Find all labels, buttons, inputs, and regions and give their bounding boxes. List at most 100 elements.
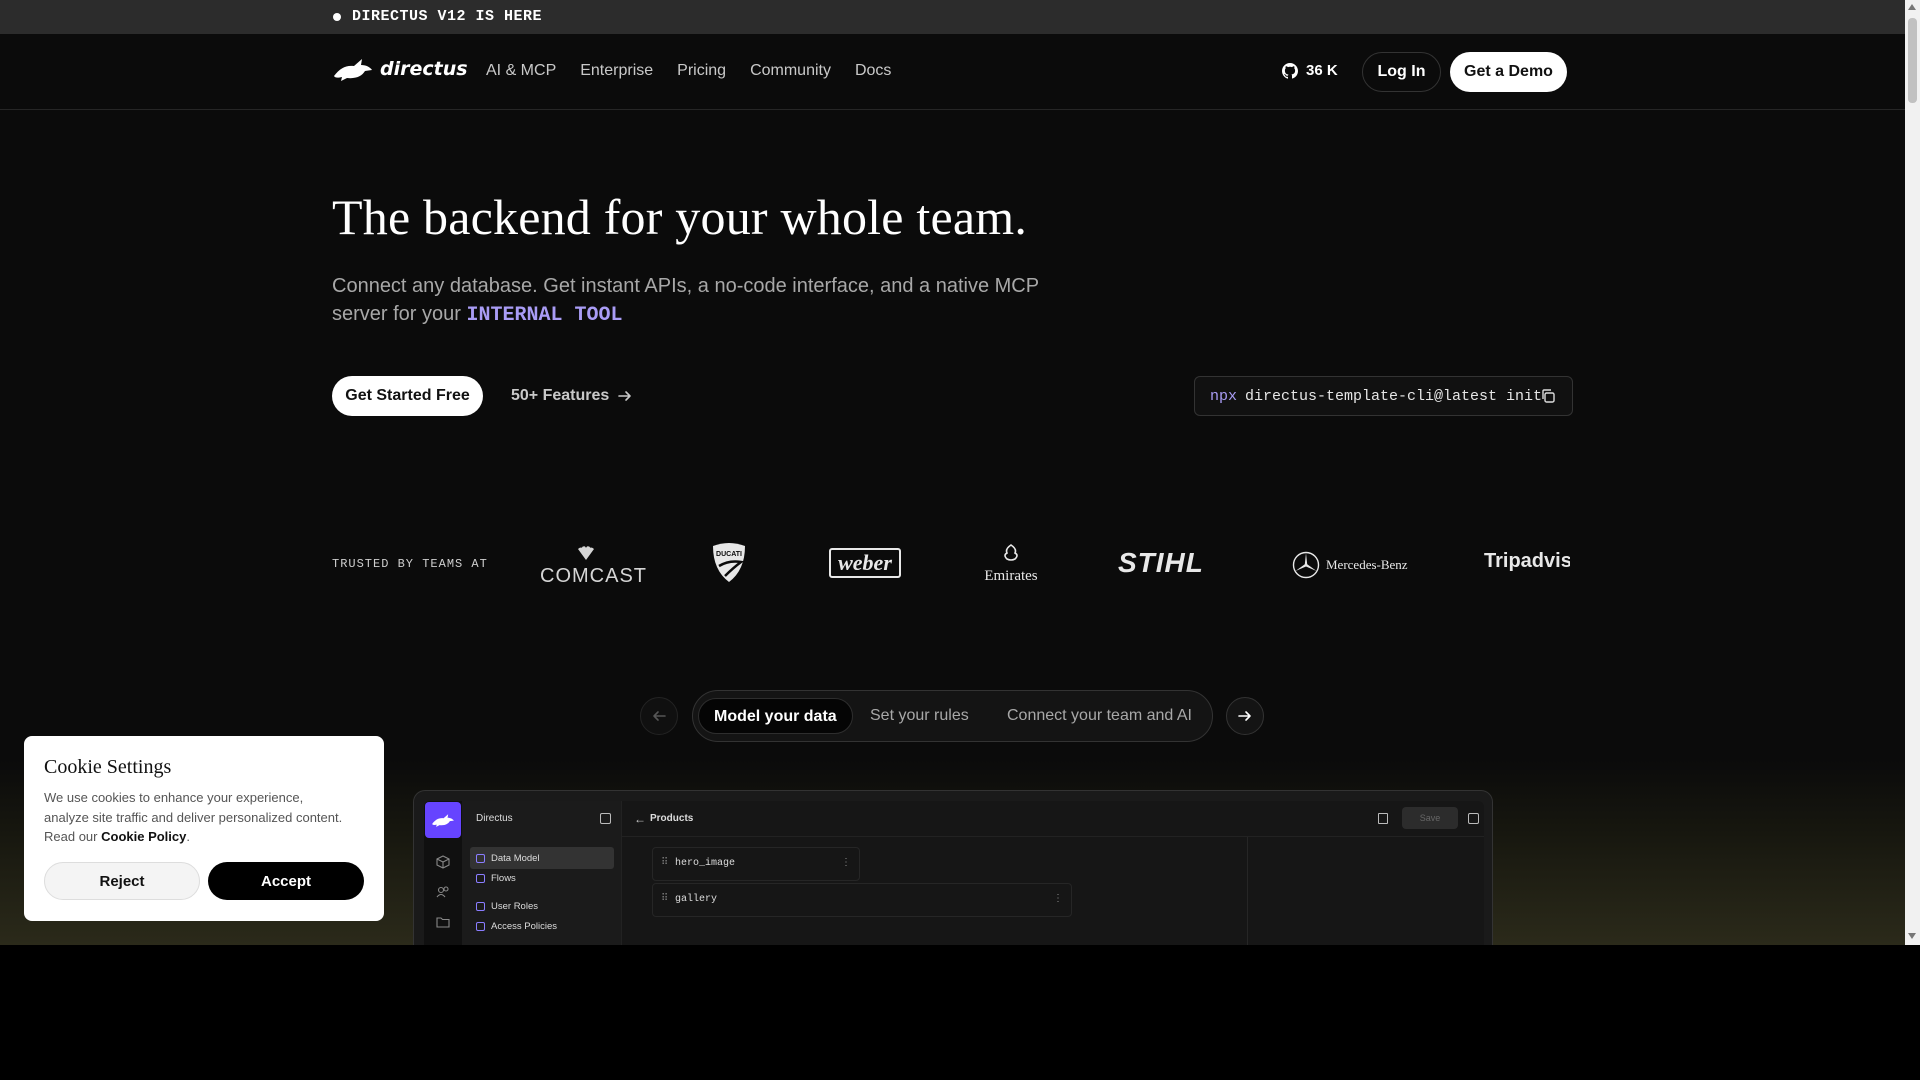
- app-preview-window: Directus Data Model Flows User Roles Acc…: [413, 790, 1493, 945]
- preview-item-flows[interactable]: Flows: [470, 867, 614, 889]
- preview-item-label: User Roles: [491, 900, 538, 912]
- preview-field-hero-image[interactable]: ⠿ hero_image ⋮: [652, 847, 860, 881]
- cli-command-box[interactable]: npx directus-template-cli@latest init: [1194, 376, 1573, 416]
- site-header: directus AI & MCP Enterprise Pricing Com…: [0, 34, 1905, 110]
- trusted-by-label: TRUSTED BY TEAMS AT: [332, 557, 488, 571]
- get-demo-button[interactable]: Get a Demo: [1450, 52, 1567, 92]
- preview-topbar: ← Products Save: [622, 801, 1484, 837]
- copy-icon[interactable]: [1540, 388, 1556, 404]
- rabbit-logo-icon: [334, 59, 372, 81]
- feature-tabs: Model your data Set your rules Connect y…: [692, 690, 1213, 742]
- more-options-icon[interactable]: ⋮: [1053, 884, 1063, 916]
- get-started-button[interactable]: Get Started Free: [332, 376, 483, 416]
- comcast-text: COMCAST: [540, 565, 647, 587]
- github-stars-link[interactable]: 36 K: [1282, 62, 1338, 79]
- preview-field-gallery[interactable]: ⠿ gallery ⋮: [652, 883, 1072, 917]
- app-preview-screen: Directus Data Model Flows User Roles Acc…: [424, 801, 1484, 945]
- preview-item-label: Access Policies: [491, 920, 557, 932]
- nav-community[interactable]: Community: [750, 62, 831, 80]
- cli-command: directus-template-cli@latest init: [1245, 388, 1543, 405]
- back-arrow-icon[interactable]: ←: [634, 812, 646, 826]
- tab-set-your-rules[interactable]: Set your rules: [855, 698, 984, 734]
- tripadvisor-text: Tripadvisor: [1484, 550, 1570, 572]
- hero-subtitle: Connect any database. Get instant APIs, …: [332, 272, 1052, 330]
- hero-subtitle-text: Connect any database. Get instant APIs, …: [332, 275, 1039, 325]
- scrollbar-thumb[interactable]: [1908, 18, 1917, 103]
- preview-field-label: hero_image: [675, 858, 736, 869]
- github-stars-count: 36 K: [1306, 62, 1338, 79]
- nav-pricing[interactable]: Pricing: [677, 62, 726, 80]
- nav-docs[interactable]: Docs: [855, 62, 891, 80]
- ducati-logo: DUCATI: [709, 542, 749, 589]
- announcement-bar[interactable]: DIRECTUS V12 IS HERE: [0, 0, 1905, 34]
- preview-item-label: Flows: [491, 872, 516, 884]
- stihl-logo: STIHL: [1118, 547, 1204, 579]
- preview-item-access-policies[interactable]: Access Policies: [470, 915, 614, 937]
- cookie-title: Cookie Settings: [44, 756, 172, 778]
- more-options-icon[interactable]: ⋮: [841, 848, 851, 880]
- mercedes-logo: Mercedes-Benz: [1292, 551, 1408, 579]
- preview-field-label: gallery: [675, 894, 718, 905]
- preview-item-data-model[interactable]: Data Model: [470, 847, 614, 869]
- preview-sidebar: Directus Data Model Flows User Roles Acc…: [462, 801, 622, 945]
- announcement-dot-icon: [333, 13, 341, 21]
- login-button[interactable]: Log In: [1362, 52, 1441, 92]
- emirates-logo: Emirates: [980, 543, 1042, 585]
- preview-page-title: Products: [650, 813, 694, 824]
- tab-connect-team-ai[interactable]: Connect your team and AI: [992, 698, 1207, 734]
- preview-logo-icon: [425, 802, 461, 838]
- tab-model-your-data[interactable]: Model your data: [698, 698, 853, 734]
- drag-handle-icon[interactable]: ⠿: [661, 848, 668, 880]
- scroll-up-arrow-icon[interactable]: [1908, 4, 1916, 10]
- cookie-description: We use cookies to enhance your experienc…: [44, 790, 343, 844]
- cube-icon[interactable]: [436, 855, 450, 869]
- preview-item-user-roles[interactable]: User Roles: [470, 895, 614, 917]
- directus-logo[interactable]: directus: [332, 56, 468, 82]
- panel-toggle-icon[interactable]: [1468, 813, 1479, 824]
- preview-brand: Directus: [476, 813, 513, 824]
- hero-highlight-word: INTERNAL TOOL: [466, 304, 623, 327]
- users-icon[interactable]: [436, 885, 450, 899]
- arrow-left-icon: [653, 711, 666, 721]
- next-tab-button[interactable]: [1226, 697, 1264, 735]
- main-nav: AI & MCP Enterprise Pricing Community Do…: [486, 62, 891, 80]
- preview-module-rail: [424, 801, 462, 945]
- weber-logo: weber: [829, 548, 901, 578]
- folder-icon[interactable]: [436, 915, 450, 929]
- features-link[interactable]: 50+ Features: [511, 387, 633, 405]
- cli-prefix: npx: [1210, 388, 1238, 405]
- preview-save-button[interactable]: Save: [1402, 807, 1458, 829]
- reject-cookies-button[interactable]: Reject: [44, 862, 200, 900]
- ducati-shield-icon: DUCATI: [713, 543, 745, 582]
- nav-ai-mcp[interactable]: AI & MCP: [486, 62, 556, 80]
- weber-text: weber: [838, 550, 892, 575]
- drag-handle-icon[interactable]: ⠿: [661, 884, 668, 916]
- tripadvisor-logo: Tripadvisor: [1480, 550, 1570, 573]
- scroll-down-arrow-icon[interactable]: [1908, 933, 1916, 939]
- cookie-settings-dialog: Cookie Settings We use cookies to enhanc…: [24, 736, 384, 921]
- previous-tab-button[interactable]: [640, 697, 678, 735]
- features-link-label: 50+ Features: [511, 387, 610, 404]
- sidebar-toggle-icon[interactable]: [600, 813, 611, 824]
- accept-cookies-button[interactable]: Accept: [208, 862, 364, 900]
- stihl-text: STIHL: [1118, 547, 1204, 578]
- page-scrollbar[interactable]: [1905, 0, 1920, 945]
- comcast-logo: COMCAST: [540, 546, 647, 588]
- users-icon: [476, 901, 485, 911]
- ducati-text: DUCATI: [716, 551, 742, 558]
- logo-text: directus: [380, 58, 468, 80]
- cookie-policy-link[interactable]: Cookie Policy: [101, 829, 186, 844]
- viewport-bottom-area: [0, 945, 1920, 1080]
- nav-enterprise[interactable]: Enterprise: [580, 62, 653, 80]
- arrow-right-icon: [618, 391, 632, 401]
- peacock-icon: [578, 546, 594, 560]
- hero-title: The backend for your whole team.: [332, 189, 1028, 245]
- preview-main-area: ← Products Save ⠿ hero_image ⋮ ⠿ gallery…: [622, 801, 1484, 945]
- emirates-emblem-icon: [1004, 544, 1018, 561]
- github-icon: [1282, 62, 1298, 79]
- announcement-text[interactable]: DIRECTUS V12 IS HERE: [352, 8, 542, 25]
- database-icon: [476, 853, 485, 863]
- bolt-icon: [476, 873, 485, 883]
- emirates-text: Emirates: [984, 568, 1038, 584]
- trash-icon[interactable]: [1378, 813, 1388, 824]
